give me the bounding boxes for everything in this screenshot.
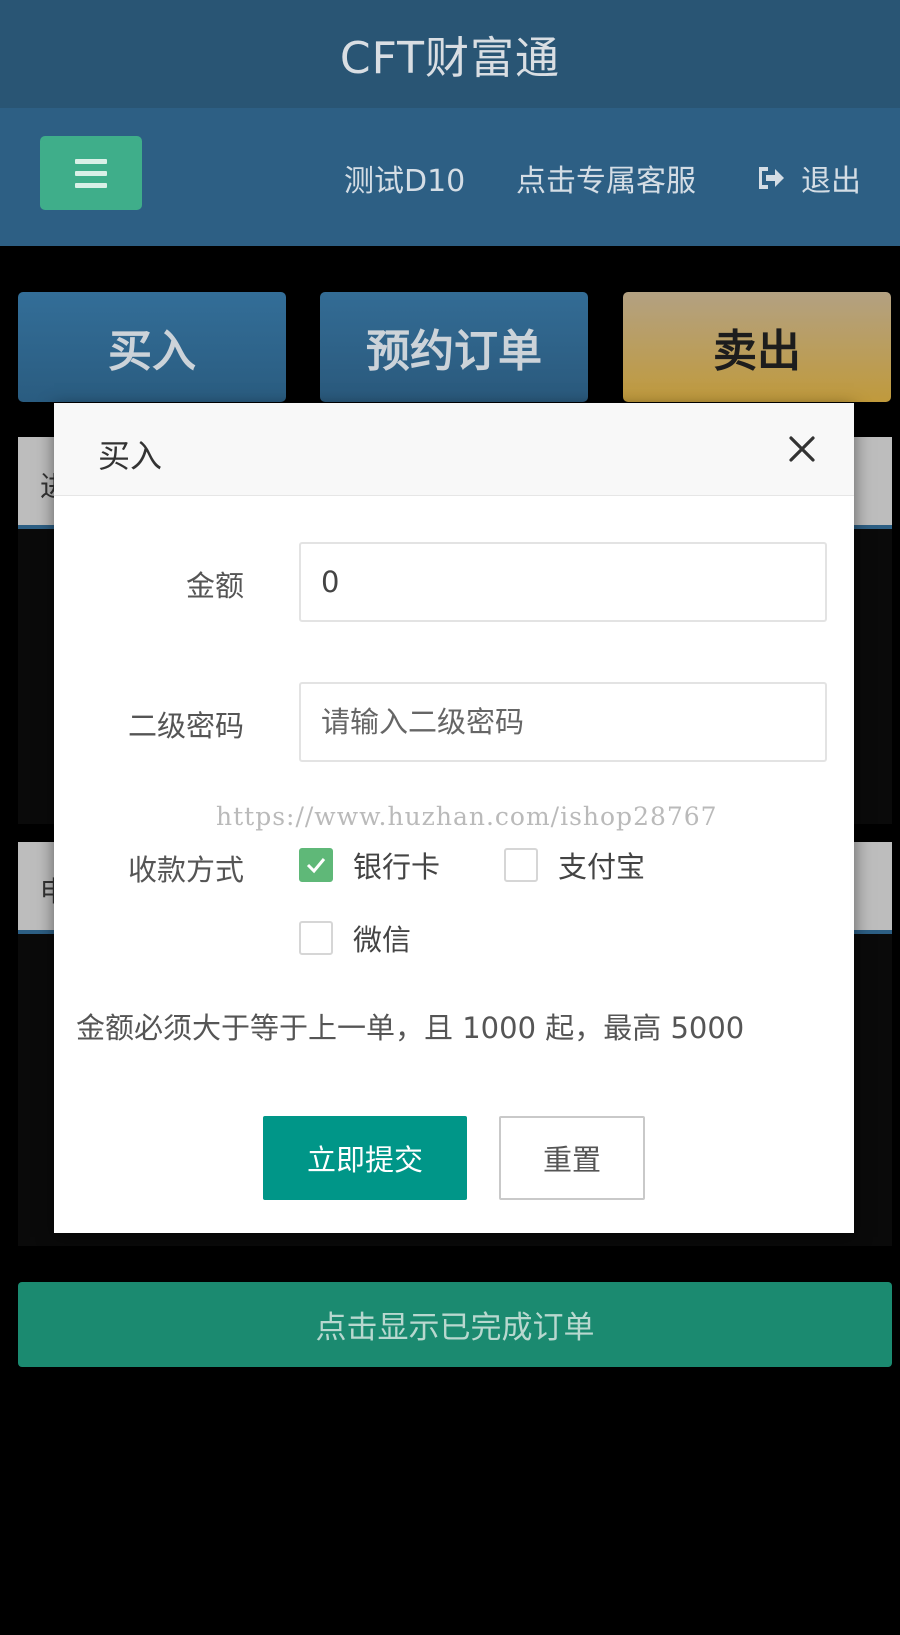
payment-option-label: 银行卡 [353,850,441,884]
checkbox-checked-icon[interactable] [299,848,333,882]
payment-option-label: 微信 [353,923,412,957]
amount-hint: 金额必须大于等于上一单，且 1000 起，最高 5000 [76,1011,745,1045]
close-icon[interactable] [786,433,818,465]
payment-method-label: 收款方式 [127,853,244,887]
submit-button[interactable]: 立即提交 [263,1116,467,1200]
payment-option-label: 支付宝 [558,850,646,884]
checkbox-icon[interactable] [504,848,538,882]
watermark-text: https://www.huzhan.com/ishop28767 [216,802,718,831]
checkbox-icon[interactable] [299,921,333,955]
amount-input[interactable] [299,542,827,622]
modal-header: 买入 [54,403,854,496]
modal-title: 买入 [98,437,163,475]
secondary-password-input[interactable] [299,682,827,762]
amount-label: 金额 [185,569,244,603]
secondary-password-label: 二级密码 [127,709,244,743]
payment-option-wechat[interactable]: 微信 [299,917,411,959]
reset-button[interactable]: 重置 [499,1116,645,1200]
payment-option-bank-card[interactable]: 银行卡 [299,844,440,886]
payment-option-alipay[interactable]: 支付宝 [504,844,645,886]
